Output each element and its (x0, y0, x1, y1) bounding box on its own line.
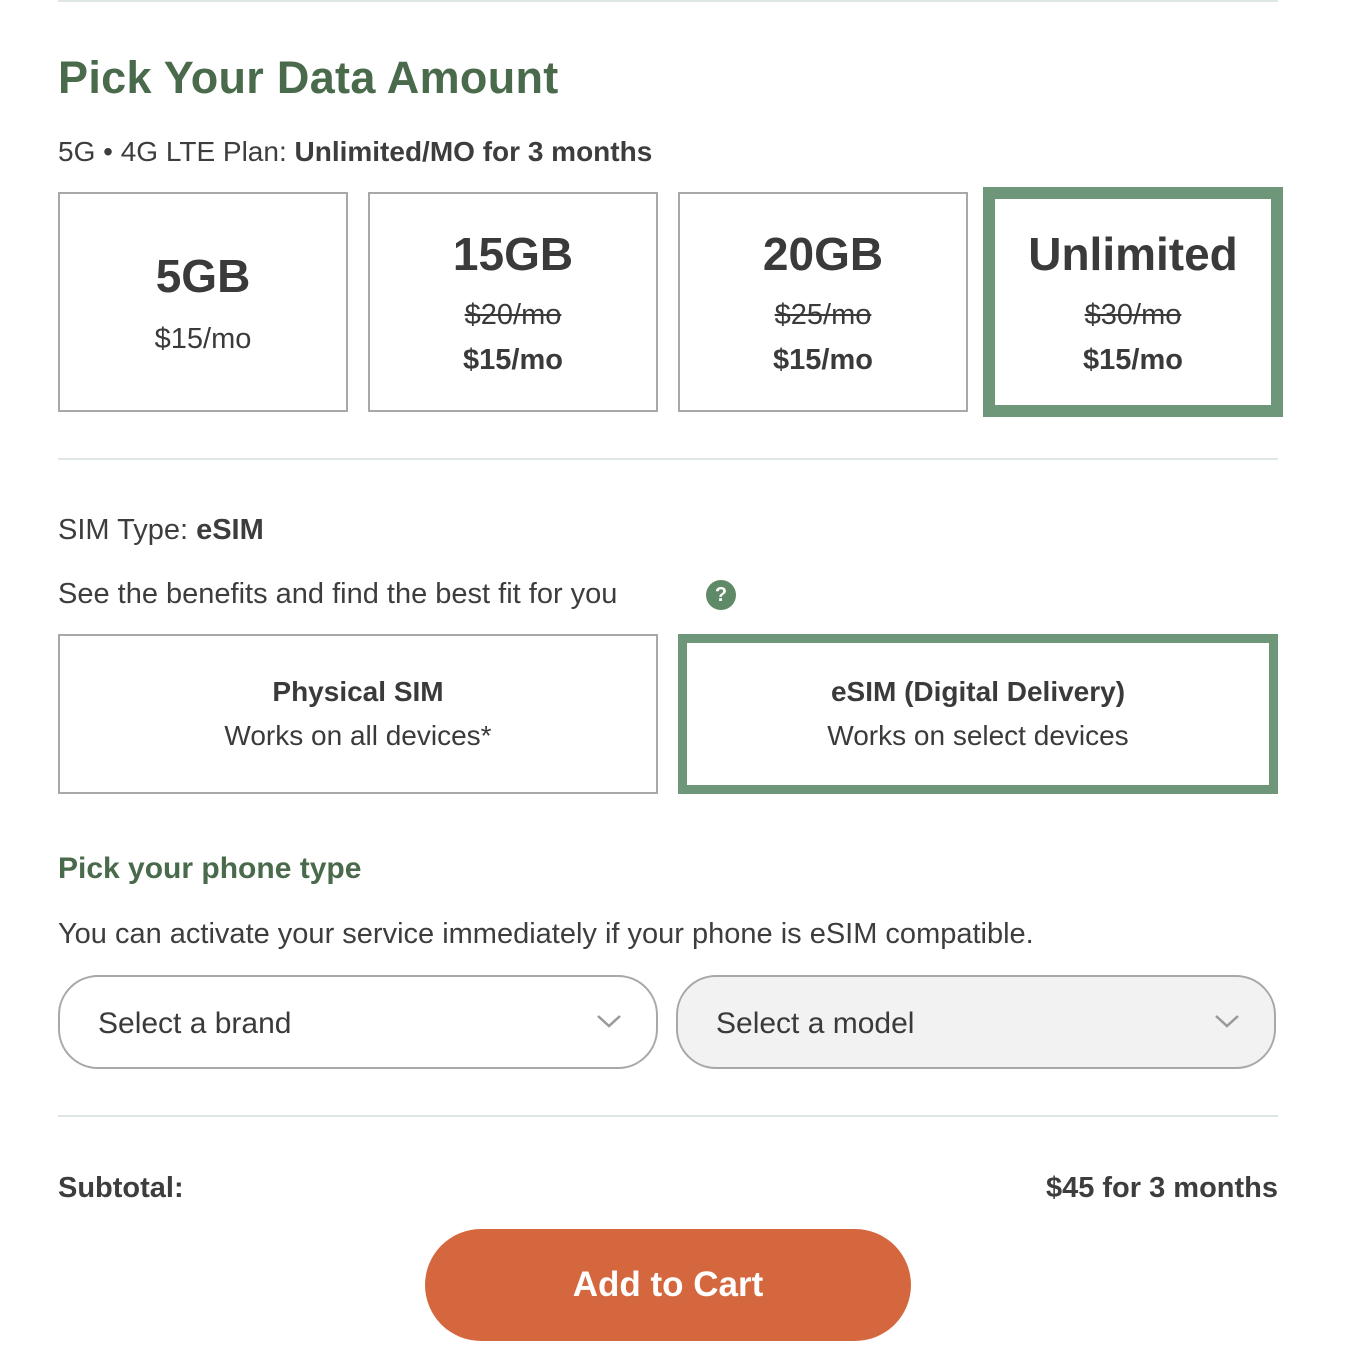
subtotal-divider (58, 1115, 1278, 1117)
top-divider (58, 0, 1278, 2)
data-price: $15/mo (1083, 344, 1183, 376)
sim-option-physical[interactable]: Physical SIM Works on all devices* (58, 634, 658, 794)
data-price: $15/mo (773, 344, 873, 376)
data-amount: 15GB (452, 228, 574, 280)
sim-benefits-text: See the benefits and find the best fit f… (58, 578, 618, 610)
sim-option-esim[interactable]: eSIM (Digital Delivery) Works on select … (678, 634, 1278, 794)
sim-type-label: SIM Type: (58, 514, 197, 546)
data-option-15gb[interactable]: 15GB $20/mo $15/mo (368, 192, 658, 412)
model-select[interactable]: Select a model (676, 975, 1276, 1069)
data-price: $15/mo (154, 322, 252, 355)
data-old-price: $20/mo (464, 299, 562, 331)
data-amount: Unlimited (1028, 228, 1238, 280)
data-option-20gb[interactable]: 20GB $25/mo $15/mo (678, 192, 968, 412)
subtotal-value: $45 for 3 months (1045, 1172, 1278, 1204)
sim-option-sub: Works on select devices (827, 720, 1129, 751)
plan-label: 5G • 4G LTE Plan: (58, 136, 295, 167)
section-divider (58, 458, 1278, 460)
plan-summary: 5G • 4G LTE Plan: Unlimited/MO for 3 mon… (58, 136, 652, 168)
model-select-label: Select a model (716, 1007, 915, 1040)
add-to-cart-button[interactable]: Add to Cart (425, 1229, 911, 1341)
sim-type-line: SIM Type: eSIM (58, 514, 264, 547)
page-title: Pick Your Data Amount (58, 52, 559, 103)
sim-option-name: Physical SIM (272, 676, 444, 707)
help-icon[interactable]: ? (706, 580, 736, 610)
data-old-price: $30/mo (1084, 299, 1182, 331)
data-amount: 5GB (155, 249, 251, 302)
chevron-down-icon (597, 1015, 621, 1028)
brand-select[interactable]: Select a brand (58, 975, 658, 1069)
data-old-price: $25/mo (774, 299, 872, 331)
data-amount: 20GB (762, 228, 884, 280)
brand-select-label: Select a brand (98, 1007, 292, 1040)
subtotal-label: Subtotal: (58, 1172, 184, 1204)
plan-value: Unlimited/MO for 3 months (294, 136, 653, 167)
data-price: $15/mo (463, 344, 563, 376)
data-option-unlimited[interactable]: Unlimited $30/mo $15/mo (983, 187, 1283, 417)
chevron-down-icon (1215, 1015, 1239, 1028)
phone-type-description: You can activate your service immediatel… (58, 918, 1034, 950)
phone-type-heading: Pick your phone type (58, 852, 362, 885)
sim-option-name: eSIM (Digital Delivery) (830, 676, 1126, 707)
sim-type-value: eSIM (196, 514, 264, 546)
data-option-5gb[interactable]: 5GB $15/mo (58, 192, 348, 412)
sim-option-sub: Works on all devices* (224, 720, 492, 751)
